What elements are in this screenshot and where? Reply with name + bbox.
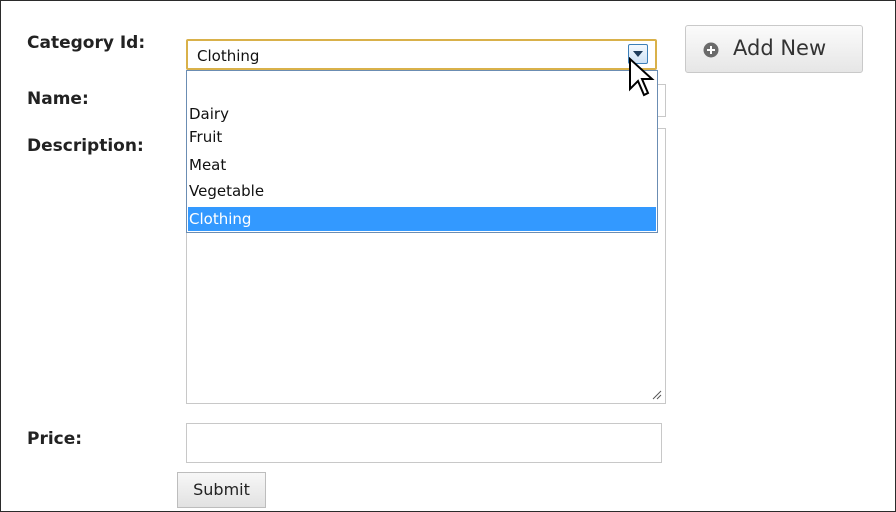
price-label: Price: bbox=[27, 429, 83, 449]
plus-circle-icon bbox=[703, 42, 719, 58]
resize-grip-icon[interactable] bbox=[651, 389, 662, 400]
category-dropdown-list: Dairy Fruit Meat Vegetable Clothing bbox=[186, 70, 658, 233]
category-select[interactable]: Clothing bbox=[186, 39, 657, 70]
category-option-meat[interactable]: Meat bbox=[188, 153, 656, 177]
mouse-cursor-icon bbox=[629, 57, 655, 97]
form-panel: Category Id: Name: Description: Price: C… bbox=[0, 0, 896, 512]
name-label: Name: bbox=[27, 89, 89, 109]
description-label: Description: bbox=[27, 136, 144, 156]
category-select-value: Clothing bbox=[197, 47, 260, 65]
add-new-label: Add New bbox=[733, 36, 827, 60]
category-option-dairy[interactable]: Dairy bbox=[188, 102, 656, 126]
add-new-button[interactable]: Add New bbox=[685, 25, 863, 73]
submit-button[interactable]: Submit bbox=[177, 472, 266, 508]
category-option-fruit[interactable]: Fruit bbox=[188, 125, 656, 149]
category-label: Category Id: bbox=[27, 33, 146, 53]
price-input[interactable] bbox=[186, 423, 662, 463]
category-option-vegetable[interactable]: Vegetable bbox=[188, 179, 656, 203]
category-option-clothing[interactable]: Clothing bbox=[188, 207, 656, 231]
